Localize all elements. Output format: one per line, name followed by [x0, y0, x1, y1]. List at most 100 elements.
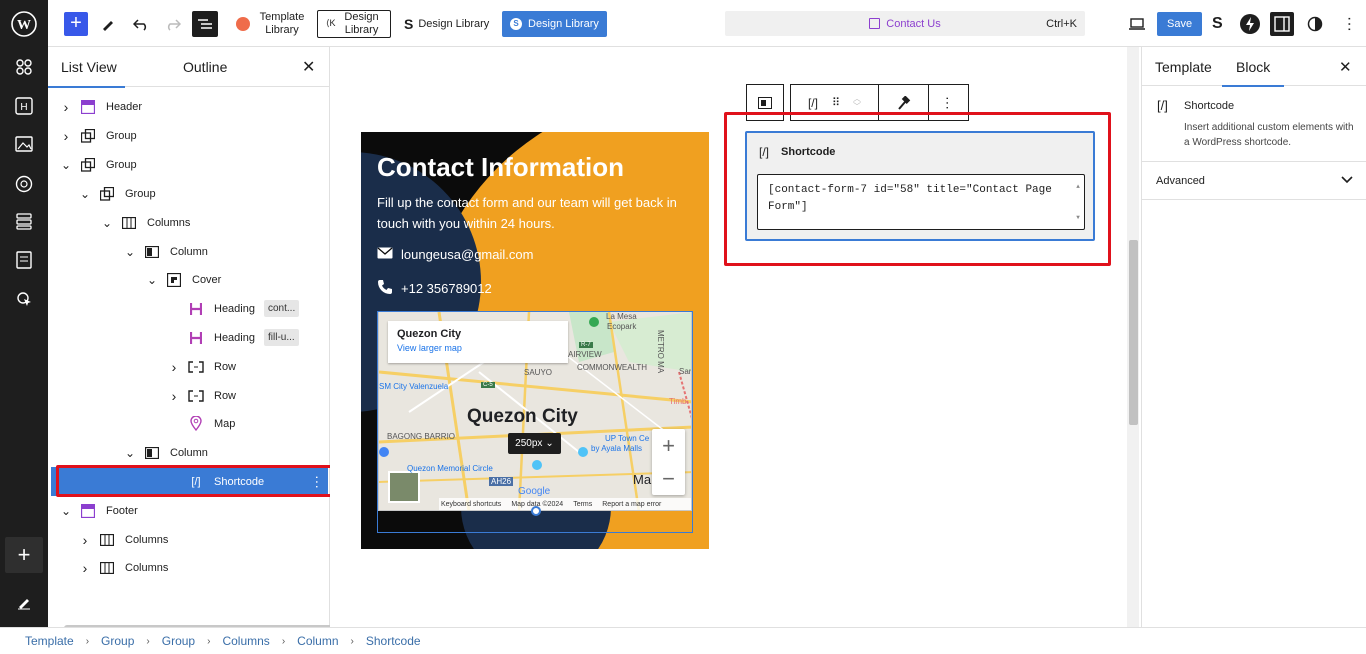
list-item-footer[interactable]: ⌄ Footer: [48, 496, 330, 525]
undo-icon[interactable]: [133, 0, 149, 47]
tab-outline[interactable]: Outline: [183, 47, 227, 87]
advanced-panel-toggle[interactable]: Advanced: [1142, 162, 1366, 200]
email-row[interactable]: loungeusa@gmail.com: [377, 247, 533, 262]
chevron-right-icon[interactable]: ›: [168, 388, 180, 404]
parent-block-icon[interactable]: [746, 84, 784, 121]
list-item-columns[interactable]: ⌄ Columns: [48, 208, 330, 237]
list-item-map[interactable]: Map: [48, 409, 330, 438]
tab-template[interactable]: Template: [1155, 47, 1212, 86]
move-up-down-icon[interactable]: ︿ ﹀: [853, 94, 861, 111]
list-item-row[interactable]: › Row: [48, 381, 330, 410]
close-icon[interactable]: ✕: [1339, 47, 1352, 86]
list-item-heading[interactable]: Heading fill-u...: [48, 323, 330, 352]
editor-topbar: + Template Library ⟨K Design Library S D…: [48, 0, 1366, 47]
styles-half-circle-icon[interactable]: [1307, 0, 1323, 47]
chevron-right-icon[interactable]: ›: [60, 99, 72, 115]
heading-block-icon[interactable]: H: [14, 96, 34, 116]
shortcode-block[interactable]: [/] Shortcode [contact-form-7 id="58" ti…: [745, 131, 1095, 241]
tab-list-view[interactable]: List View: [48, 47, 125, 88]
block-toolbar: [/] ⠿ ︿ ﹀ ···: [746, 84, 969, 121]
design-library-blue-button[interactable]: S Design Library: [502, 10, 607, 37]
list-item-column[interactable]: ⌄ Column: [48, 237, 330, 266]
chevron-down-icon[interactable]: ⌄: [146, 273, 158, 287]
map-height-pill[interactable]: 250px ⌄: [508, 433, 561, 454]
list-item-columns[interactable]: › Columns: [48, 553, 330, 582]
styles-icon[interactable]: [14, 174, 34, 194]
breadcrumb-item[interactable]: Group: [162, 634, 195, 648]
navigation-icon[interactable]: [14, 57, 34, 77]
list-item-group[interactable]: ⌄ Group: [48, 150, 330, 179]
chevron-right-icon[interactable]: ›: [79, 532, 91, 548]
close-icon[interactable]: ✕: [302, 47, 315, 87]
block-options-icon[interactable]: ···: [929, 84, 969, 121]
add-block-icon[interactable]: +: [5, 537, 43, 573]
resize-handle[interactable]: [531, 506, 541, 516]
wordpress-logo-icon[interactable]: W: [0, 0, 48, 47]
list-item-group[interactable]: › Group: [48, 121, 330, 150]
chevron-right-icon[interactable]: ›: [168, 359, 180, 375]
shortcode-textarea[interactable]: [contact-form-7 id="58" title="Contact P…: [757, 174, 1085, 230]
shortcode-icon[interactable]: [/]: [808, 96, 818, 110]
chevron-down-icon[interactable]: ⌄: [124, 245, 136, 259]
chevron-down-icon[interactable]: ⌄: [60, 504, 72, 518]
breadcrumb-separator-icon: ›: [281, 635, 286, 647]
device-preview-icon[interactable]: [1129, 0, 1145, 47]
bolt-circle-icon[interactable]: [1240, 0, 1260, 47]
edit-pencil-icon[interactable]: [14, 592, 34, 612]
contact-subheading[interactable]: Fill up the contact form and our team wi…: [377, 192, 697, 234]
list-item-column[interactable]: ⌄ Column: [48, 438, 330, 467]
hammer-icon[interactable]: [878, 84, 929, 121]
breadcrumb-item[interactable]: Shortcode: [366, 634, 421, 648]
breadcrumb-item[interactable]: Group: [101, 634, 134, 648]
save-button[interactable]: Save: [1157, 11, 1203, 36]
inserter-toggle-button[interactable]: +: [64, 11, 88, 36]
list-item-cover[interactable]: ⌄ Cover: [48, 265, 330, 294]
document-overview-button[interactable]: [192, 10, 218, 37]
list-item-shortcode[interactable]: [/] Shortcode ···: [51, 467, 328, 496]
contact-heading[interactable]: Contact Information: [377, 152, 624, 183]
settings-sidebar-toggle-icon[interactable]: [1270, 0, 1294, 47]
chevron-down-icon[interactable]: ⌄: [124, 446, 136, 460]
canvas-scrollbar-thumb[interactable]: [1129, 240, 1138, 425]
row-icon: [188, 359, 204, 375]
list-item-row[interactable]: › Row: [48, 352, 330, 381]
map-pin-icon: [188, 416, 204, 432]
breadcrumb-item[interactable]: Columns: [222, 634, 269, 648]
tab-block[interactable]: Block: [1221, 47, 1285, 87]
shortcode-icon: [/]: [759, 145, 770, 159]
view-larger-map-link[interactable]: View larger map: [397, 343, 559, 353]
chevron-down-icon[interactable]: ⌄: [101, 216, 113, 230]
chevron-right-icon[interactable]: ›: [60, 128, 72, 144]
stackable-s-icon[interactable]: S: [1212, 0, 1223, 47]
breadcrumb-item[interactable]: Template: [25, 634, 74, 648]
list-item-header[interactable]: › Header: [48, 92, 330, 121]
design-library-outline-button[interactable]: ⟨K Design Library: [317, 9, 391, 38]
template-library-button[interactable]: Template Library: [236, 0, 308, 47]
templates-icon[interactable]: [14, 211, 34, 231]
command-palette-bar[interactable]: Contact Us Ctrl+K: [725, 11, 1085, 36]
redo-icon[interactable]: [165, 0, 181, 47]
options-menu-icon[interactable]: ···: [1341, 0, 1358, 47]
list-item-group[interactable]: ⌄ Group: [48, 179, 330, 208]
breadcrumb-item[interactable]: Column: [297, 634, 338, 648]
column-icon: [144, 244, 160, 260]
stackable-logo-icon: S: [404, 15, 414, 32]
textarea-scrollbar[interactable]: ▲ ▼: [1074, 178, 1082, 226]
chevron-right-icon[interactable]: ›: [79, 560, 91, 576]
zoom-in-icon[interactable]: +: [652, 429, 685, 462]
drag-handle-icon[interactable]: ⠿: [832, 96, 840, 109]
map-embed[interactable]: Quezon City View larger map La Mesa Ecop…: [378, 311, 692, 511]
media-icon[interactable]: [14, 134, 34, 154]
list-item-heading[interactable]: Heading cont...: [48, 294, 330, 323]
list-item-columns[interactable]: › Columns: [48, 525, 330, 554]
pointer-settings-icon[interactable]: [14, 289, 34, 309]
chevron-down-icon[interactable]: ⌄: [79, 187, 91, 201]
chevron-down-icon[interactable]: ⌄: [60, 158, 72, 172]
design-library-plain-button[interactable]: S Design Library: [404, 16, 489, 32]
breadcrumb-separator-icon: ›: [146, 635, 150, 647]
zoom-out-icon[interactable]: −: [652, 462, 685, 495]
item-options-icon[interactable]: ···: [310, 475, 326, 489]
phone-row[interactable]: +12 356789012: [377, 279, 492, 298]
pages-icon[interactable]: [14, 250, 34, 270]
tools-pencil-icon[interactable]: [101, 0, 115, 47]
